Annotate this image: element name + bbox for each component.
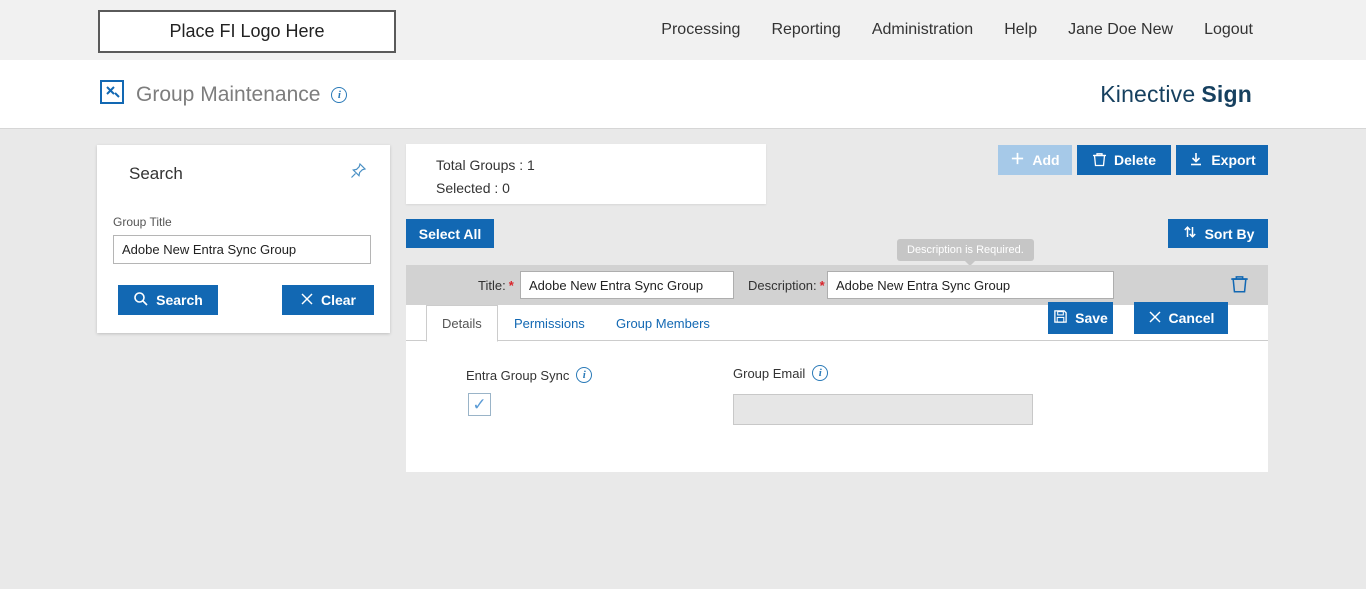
description-label-text: Description: <box>748 278 817 293</box>
summary-box: Total Groups : 1 Selected : 0 <box>406 144 766 204</box>
title-input[interactable] <box>520 271 734 299</box>
sort-arrows-icon <box>1182 224 1198 243</box>
description-label: Description:* <box>748 278 825 293</box>
cancel-button[interactable]: Cancel <box>1134 302 1228 334</box>
required-asterisk: * <box>820 278 825 293</box>
top-bar: Place FI Logo Here Processing Reporting … <box>0 0 1366 60</box>
required-asterisk: * <box>509 278 514 293</box>
tooltip-text: Description is Required. <box>907 244 1024 256</box>
export-button[interactable]: Export <box>1176 145 1268 175</box>
title-label-text: Title: <box>478 278 506 293</box>
group-title-input[interactable] <box>113 235 371 264</box>
delete-button[interactable]: Delete <box>1077 145 1171 175</box>
save-floppy-icon <box>1053 309 1068 327</box>
group-detail-panel: Details Permissions Group Members Save <box>406 305 1268 472</box>
entra-group-sync-label-text: Entra Group Sync <box>466 368 569 383</box>
group-title-label: Group Title <box>113 215 172 229</box>
group-email-input <box>733 394 1033 425</box>
brand-first: Kinective <box>1100 81 1195 108</box>
entra-group-sync-label: Entra Group Sync <box>466 367 592 383</box>
select-all-button[interactable]: Select All <box>406 219 494 248</box>
page-header: Group Maintenance Kinective Sign <box>0 60 1366 129</box>
brand-second: Sign <box>1201 81 1252 108</box>
plus-icon <box>1010 151 1025 169</box>
clear-button[interactable]: Clear <box>282 285 374 315</box>
save-button[interactable]: Save <box>1048 302 1113 334</box>
search-panel-title: Search <box>129 164 183 184</box>
page-info-icon[interactable] <box>331 87 347 103</box>
nav-processing[interactable]: Processing <box>661 21 740 39</box>
clear-x-icon <box>300 292 314 309</box>
select-all-label: Select All <box>419 226 482 242</box>
group-edit-row: Title:* Description:* <box>406 265 1268 305</box>
add-button-label: Add <box>1032 152 1059 168</box>
pin-icon[interactable] <box>348 161 368 186</box>
tab-details[interactable]: Details <box>426 305 498 342</box>
clear-button-label: Clear <box>321 292 356 308</box>
tab-permissions-label: Permissions <box>514 316 585 331</box>
fi-logo-text: Place FI Logo Here <box>169 21 324 42</box>
export-button-label: Export <box>1211 152 1255 168</box>
group-maintenance-icon <box>99 79 125 110</box>
trash-icon <box>1092 151 1107 170</box>
group-email-label-text: Group Email <box>733 366 805 381</box>
sort-by-label: Sort By <box>1205 226 1255 242</box>
tab-group-members[interactable]: Group Members <box>616 305 710 341</box>
group-email-info-icon[interactable] <box>812 365 828 381</box>
nav-logout[interactable]: Logout <box>1204 21 1253 39</box>
add-button[interactable]: Add <box>998 145 1072 175</box>
row-delete-trash-icon[interactable] <box>1230 273 1249 299</box>
nav-help[interactable]: Help <box>1004 21 1037 39</box>
download-icon <box>1188 151 1204 170</box>
total-groups-count: Total Groups : 1 <box>436 154 766 177</box>
tab-details-label: Details <box>442 316 482 331</box>
entra-group-sync-checkbox[interactable]: ✓ <box>468 393 491 416</box>
save-button-label: Save <box>1075 310 1108 326</box>
entra-sync-info-icon[interactable] <box>576 367 592 383</box>
description-input[interactable] <box>827 271 1114 299</box>
top-nav: Processing Reporting Administration Help… <box>661 0 1253 60</box>
search-icon <box>133 291 149 310</box>
tab-permissions[interactable]: Permissions <box>514 305 585 341</box>
checkbox-check-icon: ✓ <box>472 395 486 415</box>
sort-by-button[interactable]: Sort By <box>1168 219 1268 248</box>
title-label: Title:* <box>478 278 514 293</box>
brand-logo: Kinective Sign <box>1100 60 1252 129</box>
page-title: Group Maintenance <box>136 83 320 107</box>
tab-bar: Details Permissions Group Members Save <box>406 305 1268 341</box>
description-required-tooltip: Description is Required. <box>897 239 1034 261</box>
nav-reporting[interactable]: Reporting <box>771 21 840 39</box>
nav-administration[interactable]: Administration <box>872 21 973 39</box>
search-button[interactable]: Search <box>118 285 218 315</box>
selected-count: Selected : 0 <box>436 177 766 200</box>
search-button-label: Search <box>156 292 203 308</box>
page-title-group: Group Maintenance <box>99 60 347 129</box>
cancel-x-icon <box>1148 310 1162 327</box>
group-email-label: Group Email <box>733 365 828 381</box>
tab-group-members-label: Group Members <box>616 316 710 331</box>
fi-logo-placeholder: Place FI Logo Here <box>98 10 396 53</box>
delete-button-label: Delete <box>1114 152 1156 168</box>
search-panel: Search Group Title Search Clear <box>97 145 390 333</box>
nav-user-name[interactable]: Jane Doe New <box>1068 21 1173 39</box>
cancel-button-label: Cancel <box>1169 310 1215 326</box>
